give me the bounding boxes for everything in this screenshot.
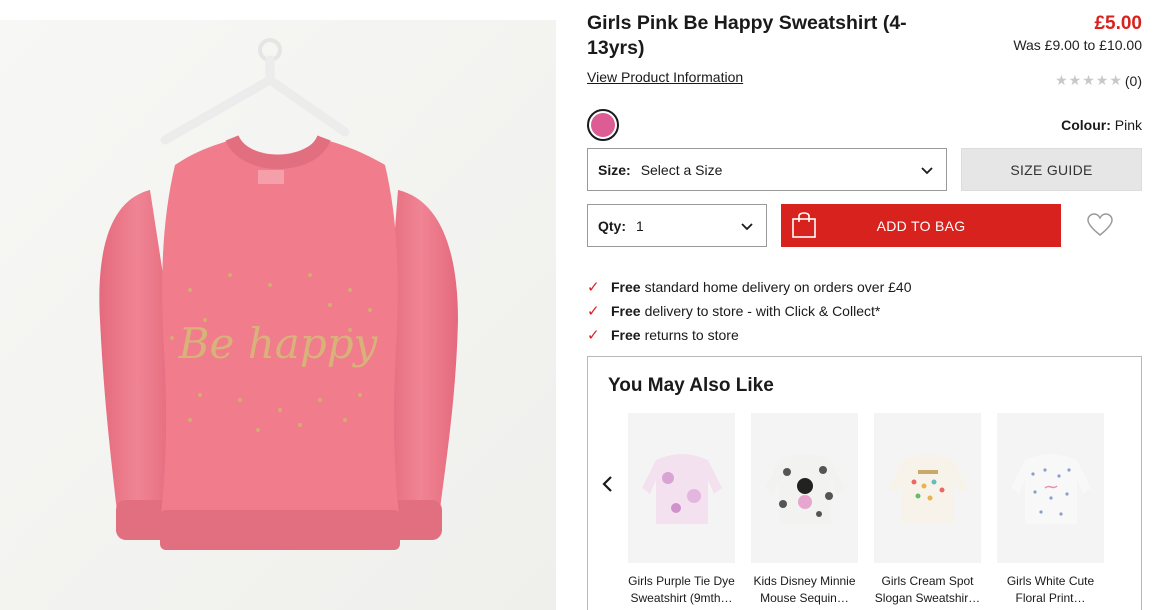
ymal-thumb[interactable]: [997, 413, 1104, 563]
ymal-card-name: Girls White Cute Floral Print…: [1006, 574, 1095, 605]
product-price: £5.00: [1094, 13, 1142, 34]
ymal-card[interactable]: Kids Disney Minnie Mouse Sequin…: [751, 413, 858, 607]
chevron-down-icon: [741, 223, 753, 231]
colour-label-key: Colour:: [1061, 117, 1111, 133]
benefit-text: standard home delivery on orders over £4…: [644, 279, 912, 295]
ymal-card[interactable]: Girls Cream Spot Slogan Sweatshir…: [874, 413, 981, 607]
benefit-bold: Free: [611, 279, 641, 295]
benefit-item: ✓ Free delivery to store - with Click & …: [587, 299, 912, 323]
rating[interactable]: ★★★★★ (0): [1055, 72, 1142, 89]
chevron-down-icon: [921, 167, 933, 175]
ymal-card[interactable]: Girls White Cute Floral Print…: [997, 413, 1104, 607]
size-guide-button[interactable]: SIZE GUIDE: [961, 148, 1142, 191]
qty-select[interactable]: Qty: 1: [587, 204, 767, 247]
colour-label: Colour: Pink: [1061, 117, 1142, 133]
size-select-value: Select a Size: [640, 161, 723, 178]
check-icon: ✓: [587, 303, 600, 320]
ymal-thumb[interactable]: [628, 413, 735, 563]
rating-stars-icon: ★★★★★: [1055, 72, 1123, 88]
rating-count: (0): [1124, 72, 1142, 89]
ymal-thumb[interactable]: [751, 413, 858, 563]
ymal-card[interactable]: Girls Purple Tie Dye Sweatshirt (9mth…: [628, 413, 735, 607]
ymal-card-name: Kids Disney Minnie Mouse Sequin…: [753, 574, 856, 605]
product-title: Girls Pink Be Happy Sweatshirt (4-13yrs): [587, 12, 907, 59]
colour-swatch-pink[interactable]: [587, 109, 619, 141]
was-price: Was £9.00 to £10.00: [1013, 37, 1142, 53]
colour-label-value: Pink: [1114, 117, 1142, 133]
delivery-benefits: ✓ Free standard home delivery on orders …: [587, 275, 912, 347]
benefit-item: ✓ Free returns to store: [587, 323, 912, 347]
check-icon: ✓: [587, 279, 600, 296]
view-product-info-link[interactable]: View Product Information: [587, 69, 743, 85]
ymal-thumb[interactable]: [874, 413, 981, 563]
product-details: Girls Pink Be Happy Sweatshirt (4-13yrs)…: [587, 0, 1142, 610]
benefit-item: ✓ Free standard home delivery on orders …: [587, 275, 912, 299]
size-select-label: Size:: [598, 161, 631, 178]
size-select[interactable]: Size: Select a Size: [587, 148, 947, 191]
svg-text:Be happy: Be happy: [178, 319, 379, 368]
chevron-left-icon[interactable]: [601, 475, 615, 493]
add-to-bag-label: ADD TO BAG: [876, 217, 966, 234]
ymal-title: You May Also Like: [608, 375, 774, 396]
swatch-fill: [591, 113, 615, 137]
you-may-also-like: You May Also Like Girls Purple Tie Dye S…: [587, 356, 1142, 610]
benefit-text: returns to store: [644, 327, 739, 343]
shopping-bag-icon: [792, 212, 816, 238]
add-to-bag-button[interactable]: ADD TO BAG: [781, 204, 1061, 247]
ymal-card-name: Girls Cream Spot Slogan Sweatshir…: [874, 574, 981, 605]
benefit-bold: Free: [611, 327, 641, 343]
qty-select-label: Qty:: [598, 217, 626, 234]
ymal-card-name: Girls Purple Tie Dye Sweatshirt (9mth…: [628, 574, 735, 605]
benefit-bold: Free: [611, 303, 641, 319]
product-image[interactable]: Be happy: [0, 20, 556, 610]
check-icon: ✓: [587, 327, 600, 344]
qty-select-value: 1: [636, 217, 644, 234]
heart-icon[interactable]: [1087, 213, 1113, 237]
benefit-text: delivery to store - with Click & Collect…: [644, 303, 881, 319]
